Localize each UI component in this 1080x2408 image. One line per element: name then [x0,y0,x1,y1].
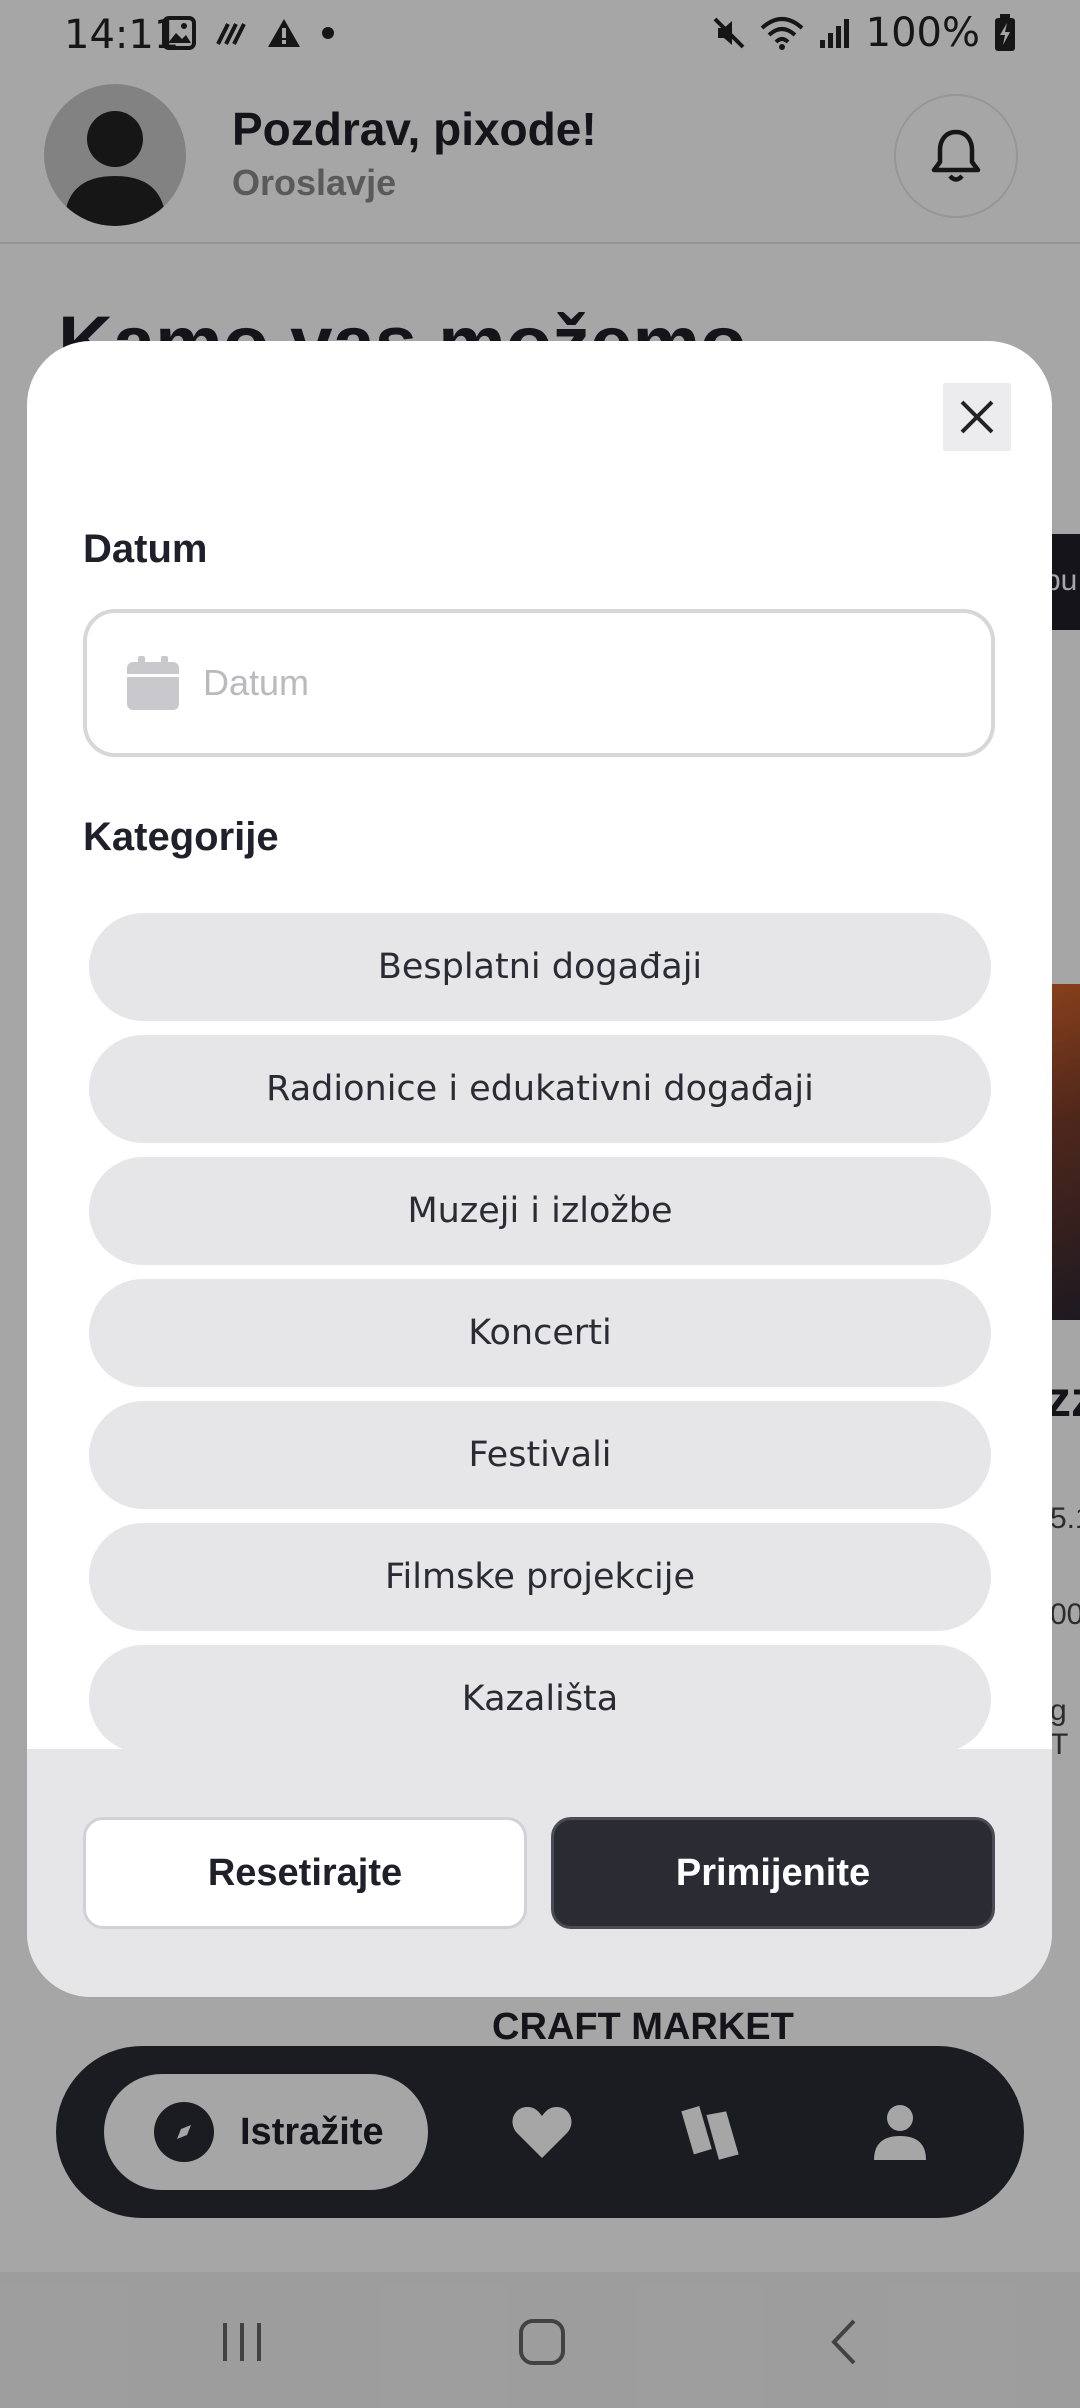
apply-button[interactable]: Primijenite [551,1817,995,1929]
close-button[interactable] [943,383,1011,451]
categories-section-label: Kategorije [83,815,279,859]
category-chip-festivals[interactable]: Festivali [89,1401,991,1509]
calendar-icon [127,656,179,710]
date-field[interactable] [83,609,995,757]
category-list: Besplatni događaji Radionice i edukativn… [89,913,991,1767]
category-chip-concerts[interactable]: Koncerti [89,1279,991,1387]
date-input[interactable] [203,662,903,704]
date-section-label: Datum [83,527,208,571]
category-chip-free-events[interactable]: Besplatni događaji [89,913,991,1021]
modal-footer: Resetirajte Primijenite [27,1749,1052,1997]
close-icon [960,400,994,434]
category-chip-workshops[interactable]: Radionice i edukativni događaji [89,1035,991,1143]
category-chip-museums[interactable]: Muzeji i izložbe [89,1157,991,1265]
category-chip-theatres[interactable]: Kazališta [89,1645,991,1753]
reset-button[interactable]: Resetirajte [83,1817,527,1929]
filter-modal: Datum Kategorije Besplatni događaji Radi… [27,341,1052,1997]
category-chip-film-screenings[interactable]: Filmske projekcije [89,1523,991,1631]
